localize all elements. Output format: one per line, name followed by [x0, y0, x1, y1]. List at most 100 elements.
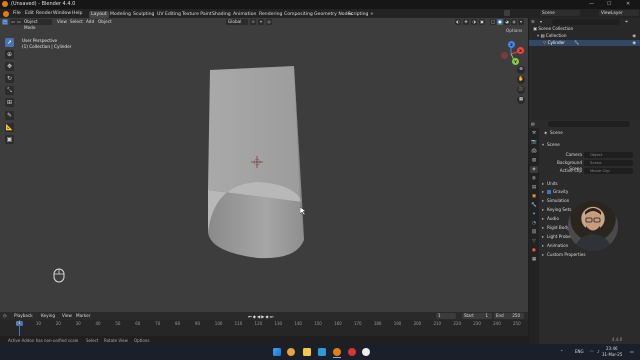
recorder-icon[interactable] — [348, 348, 356, 356]
notification-icon[interactable]: ▭ — [630, 349, 634, 354]
next-keyframe-icon[interactable]: ◆ — [265, 314, 268, 319]
wifi-icon[interactable]: ◠ — [590, 349, 594, 354]
menu-render[interactable]: Render — [36, 11, 52, 16]
object-tab-icon[interactable]: ▣ — [530, 193, 538, 200]
chrome-icon[interactable] — [362, 348, 370, 356]
clock-time[interactable]: 23:46 — [606, 346, 618, 351]
tab-shading[interactable]: Shading — [210, 11, 233, 18]
constraints-tab-icon[interactable]: ⛓ — [530, 229, 538, 236]
search-icon[interactable] — [287, 348, 295, 356]
menu-help[interactable]: Help — [72, 11, 82, 16]
overlay-toggle-icon[interactable]: ◑ — [471, 19, 477, 25]
cursor-tool[interactable]: ⊕ — [5, 50, 14, 59]
gizmo-toggle-icon[interactable]: ✥ — [463, 19, 469, 25]
section-units[interactable]: ▸ Units — [542, 180, 636, 187]
material-tab-icon[interactable]: ● — [530, 247, 538, 254]
tab-texture-paint[interactable]: Texture Paint — [180, 11, 214, 18]
tab-scripting[interactable]: Scripting — [346, 11, 370, 18]
shading-material-icon[interactable]: ◕ — [504, 19, 510, 25]
play-icon[interactable]: ▶ — [261, 314, 264, 319]
add-workspace-button[interactable]: + — [368, 11, 376, 18]
background-scene-field[interactable]: Scene — [584, 160, 633, 166]
clock-date[interactable]: 31-Mar-25 — [602, 352, 622, 357]
menu-window[interactable]: Window — [53, 11, 71, 16]
gizmo-y-axis[interactable]: Y — [512, 58, 519, 65]
annotate-tool[interactable]: ✎ — [5, 111, 14, 120]
close-button[interactable]: ✕ — [626, 1, 630, 7]
maximize-button[interactable]: ☐ — [607, 1, 611, 7]
outliner-search-input[interactable] — [552, 19, 620, 25]
camera-field[interactable]: Object — [584, 152, 633, 158]
shading-wireframe-icon[interactable]: ◯ — [490, 19, 496, 25]
tool-tab-icon[interactable]: ⚒ — [530, 130, 538, 137]
menu-select[interactable]: Select — [68, 19, 85, 25]
outliner-row-collection[interactable]: ▾ ▤ Collection ◉ — [529, 33, 640, 39]
gizmo-neg-x-axis[interactable] — [501, 52, 508, 59]
visibility-eye-icon[interactable]: ◉ — [632, 40, 636, 46]
mode-selector[interactable]: Object Mode — [22, 19, 52, 30]
file-explorer-icon[interactable] — [303, 348, 311, 356]
scene-tab-icon[interactable]: ◈ — [530, 166, 538, 173]
menu-add[interactable]: Add — [84, 19, 96, 25]
gizmo-x-axis[interactable]: X — [517, 47, 524, 54]
minimize-button[interactable]: — — [589, 1, 594, 7]
edge-browser-icon[interactable] — [318, 348, 326, 356]
gravity-checkbox[interactable] — [547, 190, 551, 194]
start-frame-field[interactable]: Start 1 — [462, 313, 492, 319]
output-tab-icon[interactable]: 🖨 — [530, 148, 538, 155]
outliner-row-scene-collection[interactable]: ▣ Scene Collection — [529, 26, 640, 32]
display-mode-icon[interactable]: ▾ — [540, 19, 546, 25]
outliner-editor-icon[interactable]: ☰ — [531, 19, 537, 25]
editor-type-icon[interactable]: ◳ — [2, 19, 8, 25]
active-clip-field[interactable]: Movie Clip — [584, 168, 633, 174]
render-tab-icon[interactable]: 📷 — [530, 139, 538, 146]
current-frame-field[interactable]: 1 — [436, 313, 456, 319]
tab-layout[interactable]: Layout — [89, 10, 109, 18]
add-cube-tool[interactable]: ▣ — [5, 135, 14, 144]
section-scene[interactable]: ▾ Scene — [542, 141, 636, 148]
perspective-toggle-icon[interactable]: ▦ — [517, 96, 525, 104]
tab-uv-editing[interactable]: UV Editing — [155, 11, 183, 18]
tab-rendering[interactable]: Rendering — [257, 11, 284, 18]
data-tab-icon[interactable]: ▽ — [530, 238, 538, 245]
windows-start-icon[interactable] — [273, 348, 281, 356]
scale-tool[interactable]: ⤡ — [5, 86, 14, 95]
jump-start-icon[interactable]: ⏮ — [248, 314, 252, 319]
prev-keyframe-icon[interactable]: ◆ — [253, 314, 256, 319]
timeline-editor-icon[interactable]: ◷ — [3, 313, 9, 319]
pan-hand-icon[interactable]: ✋ — [517, 76, 525, 84]
modifiers-tab-icon[interactable]: 🔧 — [530, 202, 538, 209]
filter-icon[interactable]: ⏷ — [625, 19, 628, 24]
timeline-view-menu[interactable]: View — [62, 313, 72, 319]
move-tool[interactable]: ✥ — [5, 62, 14, 71]
playback-menu[interactable]: Playback — [14, 313, 33, 319]
proportional-edit-icon[interactable]: ◎ — [266, 19, 272, 25]
properties-search-input[interactable] — [548, 121, 630, 127]
scene-icon[interactable] — [504, 10, 510, 16]
shading-options-icon[interactable]: ▾ — [518, 19, 524, 25]
shading-solid-icon[interactable]: ● — [497, 19, 503, 25]
jump-end-icon[interactable]: ⏭ — [270, 314, 274, 319]
marker-menu[interactable]: Marker — [76, 313, 90, 319]
language-indicator[interactable]: ENG — [575, 349, 584, 354]
scene-selector[interactable]: Scene — [540, 10, 580, 16]
visibility-eye-icon[interactable]: ◉ — [632, 33, 636, 39]
texture-tab-icon[interactable]: ▦ — [530, 256, 538, 263]
keying-menu[interactable]: Keying — [41, 313, 55, 319]
options-dropdown[interactable]: Options — [506, 28, 522, 33]
shading-rendered-icon[interactable]: ◍ — [511, 19, 517, 25]
tab-compositing[interactable]: Compositing — [282, 11, 315, 18]
expand-chevron-icon[interactable]: ▾ — [537, 33, 539, 38]
menu-object[interactable]: Object — [96, 19, 114, 25]
play-reverse-icon[interactable]: ◀ — [257, 314, 260, 319]
collection-tab-icon[interactable]: ▤ — [530, 184, 538, 191]
section-gravity[interactable]: ▸ Gravity — [542, 188, 636, 195]
end-frame-field[interactable]: End 250 — [494, 313, 524, 319]
tab-animation[interactable]: Animation — [231, 11, 258, 18]
zoom-icon[interactable]: ⊕ — [517, 66, 525, 74]
view-layer-tab-icon[interactable]: ▧ — [530, 157, 538, 164]
physics-tab-icon[interactable]: ◔ — [530, 220, 538, 227]
blender-menu-icon[interactable] — [3, 10, 9, 17]
menu-view[interactable]: View — [55, 19, 69, 25]
visibility-icon[interactable]: ◐ — [455, 19, 461, 25]
